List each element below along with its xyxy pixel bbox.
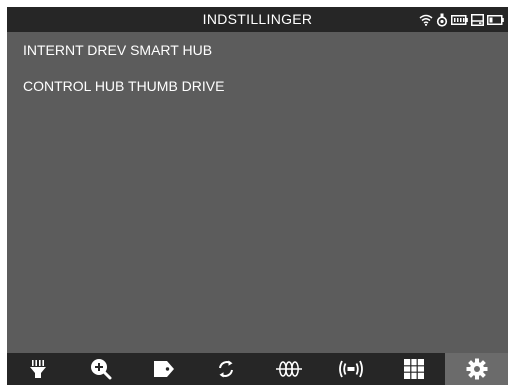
grid-icon [404, 359, 425, 379]
broadcast-icon [339, 360, 364, 378]
tag-icon [153, 361, 174, 377]
battery-pack-icon [451, 14, 468, 25]
plug-icon [30, 360, 47, 378]
bottom-toolbar [7, 353, 508, 385]
storage-list: INTERNT DREV SMART HUB CONTROL HUB THUMB… [7, 32, 508, 104]
coil-icon [275, 361, 302, 377]
toolbar-broadcast-button[interactable] [320, 353, 383, 385]
wifi-icon [419, 14, 433, 26]
toolbar-tag-button[interactable] [132, 353, 195, 385]
battery-icon [487, 14, 504, 25]
toolbar-zoom-button[interactable] [70, 353, 133, 385]
toolbar-refresh-button[interactable] [195, 353, 258, 385]
hub-connection-icon [436, 13, 448, 27]
toolbar-grid-button[interactable] [383, 353, 446, 385]
status-icons [419, 10, 504, 29]
title-bar: INDSTILLINGER [7, 7, 508, 32]
gear-icon [466, 358, 488, 380]
storage-icon [471, 13, 484, 26]
list-item-thumb-drive[interactable]: CONTROL HUB THUMB DRIVE [7, 68, 508, 104]
toolbar-coil-button[interactable] [258, 353, 321, 385]
list-item-internal-drive[interactable]: INTERNT DREV SMART HUB [7, 32, 508, 68]
refresh-icon [219, 360, 234, 378]
zoom-in-icon [90, 359, 112, 380]
toolbar-settings-button[interactable] [445, 353, 508, 385]
toolbar-plug-button[interactable] [7, 353, 70, 385]
device-screen: INDSTILLINGER INTERNT DREV SMART HUB CON… [7, 7, 508, 385]
